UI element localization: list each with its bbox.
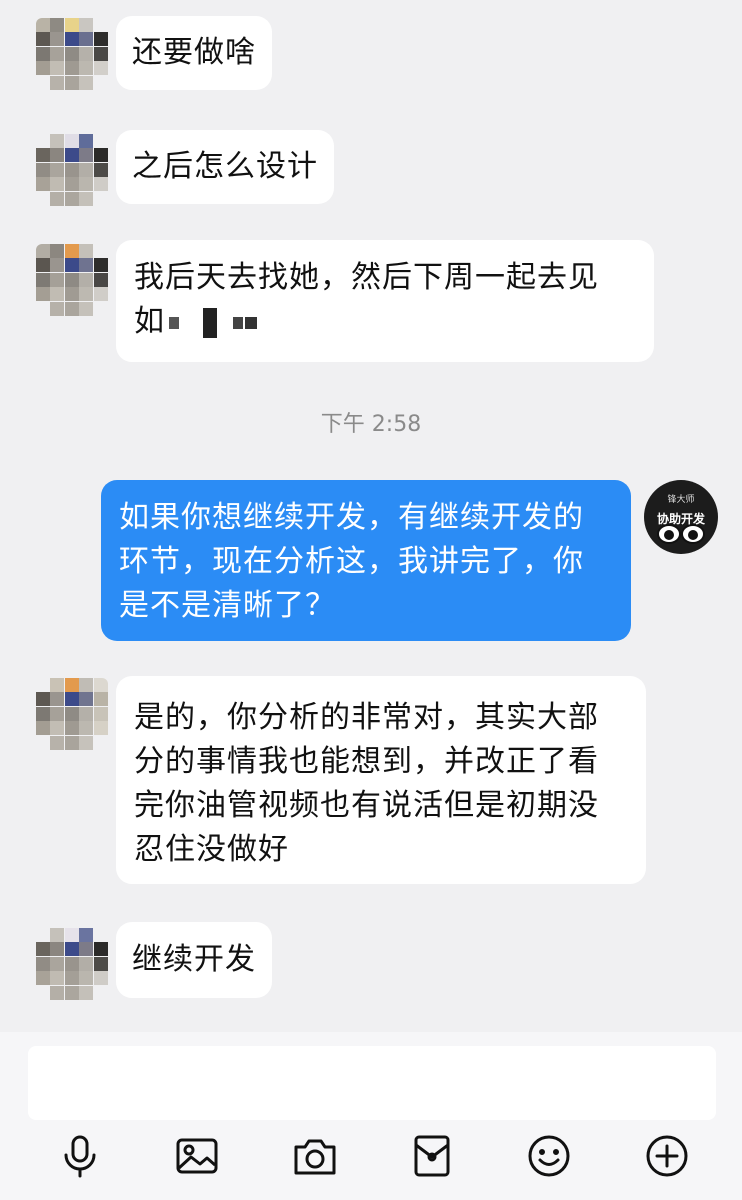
message-bubble-incoming[interactable]: 继续开发 [116,922,272,998]
contact-avatar[interactable] [36,678,108,750]
avatar-caption-top: 锋大师 [667,495,695,505]
plus-icon [646,1135,688,1177]
glasses-icon [657,524,705,544]
message-input[interactable] [28,1046,716,1120]
contact-avatar[interactable] [36,18,108,90]
message-text-line: 忍住没做好 [134,832,289,867]
contact-avatar[interactable] [36,134,108,206]
message-bubble-incoming[interactable]: 是的，你分析的非常对，其实大部 分的事情我也能想到，并改正了看 完你油管视频也有… [116,676,646,884]
my-avatar[interactable]: 锋大师 协助开发 [644,480,718,554]
message-text-line: 环节，现在分析这，我讲完了，你 [119,544,584,579]
message-text-line: 如果你想继续开发，有继续开发的 [119,500,584,535]
camera-icon [294,1139,336,1175]
message-text: 之后怎么设计 [132,149,318,184]
image-button[interactable] [171,1130,223,1182]
message-bubble-incoming[interactable]: 还要做啥 [116,16,272,90]
red-packet-button[interactable] [406,1130,458,1182]
contact-avatar[interactable] [36,928,108,1000]
message-bubble-outgoing[interactable]: 如果你想继续开发，有继续开发的 环节，现在分析这，我讲完了，你 是不是清晰了？ [101,480,631,641]
message-text-line: 是不是清晰了？ [119,588,336,623]
contact-avatar[interactable] [36,244,108,316]
mic-icon [64,1135,96,1178]
mic-button[interactable] [54,1130,106,1182]
message-text: 继续开发 [132,942,256,977]
message-text-line: 完你油管视频也有说活但是初期没 [134,788,599,823]
input-bar [0,1032,742,1200]
camera-button[interactable] [289,1130,341,1182]
redaction-block [203,307,217,338]
emoji-icon [528,1135,570,1177]
message-text: 还要做啥 [132,35,256,70]
redaction-block [245,316,257,329]
plus-button[interactable] [641,1130,693,1182]
message-text-line: 分的事情我也能想到，并改正了看 [134,744,599,779]
emoji-button[interactable] [523,1130,575,1182]
image-icon [176,1138,218,1174]
message-text-fragment: 如 [134,304,165,339]
red-packet-icon [414,1135,450,1177]
message-text-line: 我后天去找她，然后下周一起去见 [134,260,599,295]
message-bubble-incoming[interactable]: 我后天去找她，然后下周一起去见 如 [116,240,654,362]
timestamp: 下午 2:58 [320,412,422,437]
message-bubble-incoming[interactable]: 之后怎么设计 [116,130,334,204]
message-text-line: 如 [134,300,636,344]
message-text-line: 是的，你分析的非常对，其实大部 [134,700,599,735]
redaction-block [233,316,243,329]
redaction-block [169,316,179,329]
